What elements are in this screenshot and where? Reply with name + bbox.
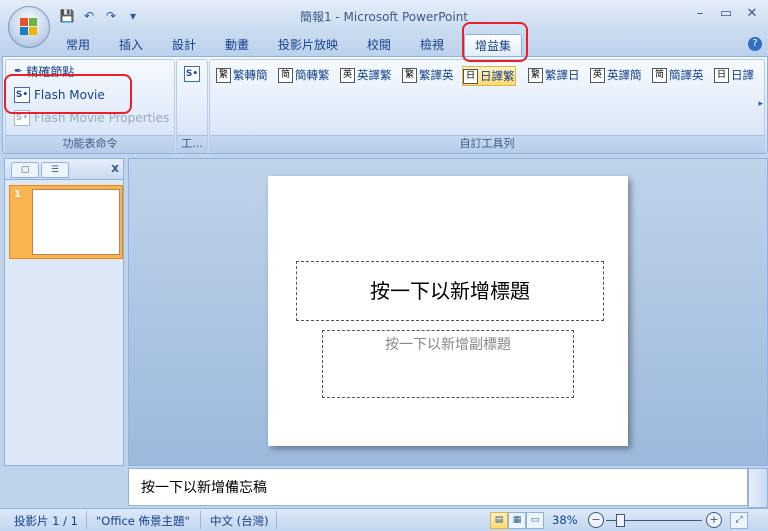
eng-to-trad-label: 英譯繁 — [357, 68, 392, 82]
trad-box-icon: 繁 — [402, 67, 417, 83]
jpn-box-icon: 日 — [463, 68, 478, 84]
slides-pane-tabs: ▢ ☰ x — [5, 159, 123, 180]
flash-movie-highlight — [4, 74, 132, 114]
simp-to-eng-command[interactable]: 简 簡譯英 — [652, 66, 704, 84]
minimize-button[interactable]: – — [690, 6, 710, 22]
eng-to-simp-command[interactable]: 英 英譯簡 — [590, 66, 642, 84]
slides-tab-icon[interactable]: ▢ — [11, 162, 39, 178]
window-controls: – ▭ ✕ — [690, 6, 762, 22]
toolbar-group-label: 工... — [177, 135, 207, 152]
subtitle-placeholder[interactable]: 按一下以新增副標題 — [322, 330, 574, 398]
status-separator — [86, 511, 87, 529]
trad-to-eng-command[interactable]: 繁 繁譯英 — [402, 66, 454, 84]
trad-box-icon: 繁 — [528, 67, 543, 83]
ribbon-tabs: 常用 插入 設計 動畫 投影片放映 校閱 檢視 增益集 — [0, 32, 768, 57]
ribbon-more-icon[interactable]: ▸ — [758, 99, 763, 109]
outline-tab-icon[interactable]: ☰ — [41, 162, 69, 178]
tab-insert[interactable]: 插入 — [115, 36, 147, 54]
fit-to-window-icon[interactable]: ⤢ — [730, 512, 748, 529]
jpn-box-icon: 日 — [714, 67, 729, 83]
simp-to-trad-label: 簡轉繁 — [295, 68, 330, 82]
pane-close-icon[interactable]: x — [111, 161, 119, 175]
slide-count: 投影片 1 / 1 — [14, 514, 78, 528]
office-logo-icon — [20, 18, 38, 36]
tab-design[interactable]: 設計 — [168, 36, 200, 54]
tab-view[interactable]: 檢視 — [416, 36, 448, 54]
menu-commands-group-label: 功能表命令 — [6, 135, 174, 152]
tab-review[interactable]: 校閱 — [363, 36, 395, 54]
close-button[interactable]: ✕ — [742, 6, 762, 22]
trad-to-jpn-label: 繁譯日 — [545, 68, 580, 82]
slide-sorter-view-icon[interactable]: ▦ — [508, 512, 526, 529]
normal-view-icon[interactable]: ▤ — [490, 512, 508, 529]
status-separator — [276, 511, 277, 529]
toolbar-group: S• 工... — [176, 59, 208, 153]
zoom-level[interactable]: 38% — [552, 513, 578, 527]
slides-pane: ▢ ☰ x 1 — [4, 158, 124, 466]
eng-box-icon: 英 — [340, 67, 355, 83]
slide-thumbnail[interactable]: 1 — [9, 185, 123, 259]
slide-thumbnail-number: 1 — [14, 189, 21, 200]
trad-to-jpn-command[interactable]: 繁 繁譯日 — [528, 66, 580, 84]
zoom-slider-thumb[interactable] — [616, 514, 625, 527]
flash-toolbar-icon[interactable]: S• — [184, 66, 200, 82]
status-separator — [200, 511, 201, 529]
office-button[interactable] — [8, 6, 50, 48]
jpn-to-trad-label: 日譯繁 — [480, 69, 515, 83]
simp-box-icon: 简 — [652, 67, 667, 83]
restore-button[interactable]: ▭ — [716, 6, 736, 22]
notes-pane[interactable]: 按一下以新增備忘稿 — [128, 468, 748, 506]
custom-toolbar-group: 繁 繁轉簡 简 簡轉繁 英 英譯繁 繁 繁譯英 日 日譯繁 繁 繁譯日 英 英譯… — [209, 59, 765, 153]
slide-thumbnail-preview — [32, 189, 120, 255]
tab-home[interactable]: 常用 — [62, 36, 94, 54]
eng-to-simp-label: 英譯簡 — [607, 68, 642, 82]
tab-slide-show[interactable]: 投影片放映 — [274, 36, 342, 54]
trad-to-simp-command[interactable]: 繁 繁轉簡 — [216, 66, 268, 84]
trad-to-simp-label: 繁轉簡 — [233, 68, 268, 82]
zoom-out-icon[interactable]: − — [588, 512, 604, 528]
simp-to-eng-label: 簡譯英 — [669, 68, 704, 82]
window-title: 簡報1 - Microsoft PowerPoint — [299, 10, 469, 24]
trad-box-icon: 繁 — [216, 67, 231, 83]
language-indicator[interactable]: 中文 (台灣) — [210, 513, 269, 529]
theme-name[interactable]: "Office 佈景主題" — [96, 513, 190, 529]
help-icon[interactable]: ? — [748, 37, 762, 51]
tab-animations[interactable]: 動畫 — [221, 36, 253, 54]
slide-show-view-icon[interactable]: ▭ — [526, 512, 544, 529]
eng-box-icon: 英 — [590, 67, 605, 83]
jpn-translate-label: 日譯 — [731, 68, 754, 82]
status-bar: 投影片 1 / 1 "Office 佈景主題" 中文 (台灣) ▤ ▦ ▭ 38… — [0, 508, 768, 531]
custom-toolbar-group-label: 自訂工具列 — [210, 135, 764, 152]
title-placeholder[interactable]: 按一下以新增標題 — [296, 261, 604, 321]
zoom-in-icon[interactable]: + — [706, 512, 722, 528]
jpn-to-trad-command[interactable]: 日 日譯繁 — [462, 66, 516, 86]
simp-to-trad-command[interactable]: 简 簡轉繁 — [278, 66, 330, 84]
add-ins-tab-highlight — [462, 22, 528, 62]
simp-box-icon: 简 — [278, 67, 293, 83]
notes-scrollbar[interactable] — [748, 468, 768, 508]
jpn-translate-command[interactable]: 日 日譯 — [714, 66, 754, 84]
trad-to-eng-label: 繁譯英 — [419, 68, 454, 82]
eng-to-trad-command[interactable]: 英 英譯繁 — [340, 66, 392, 84]
